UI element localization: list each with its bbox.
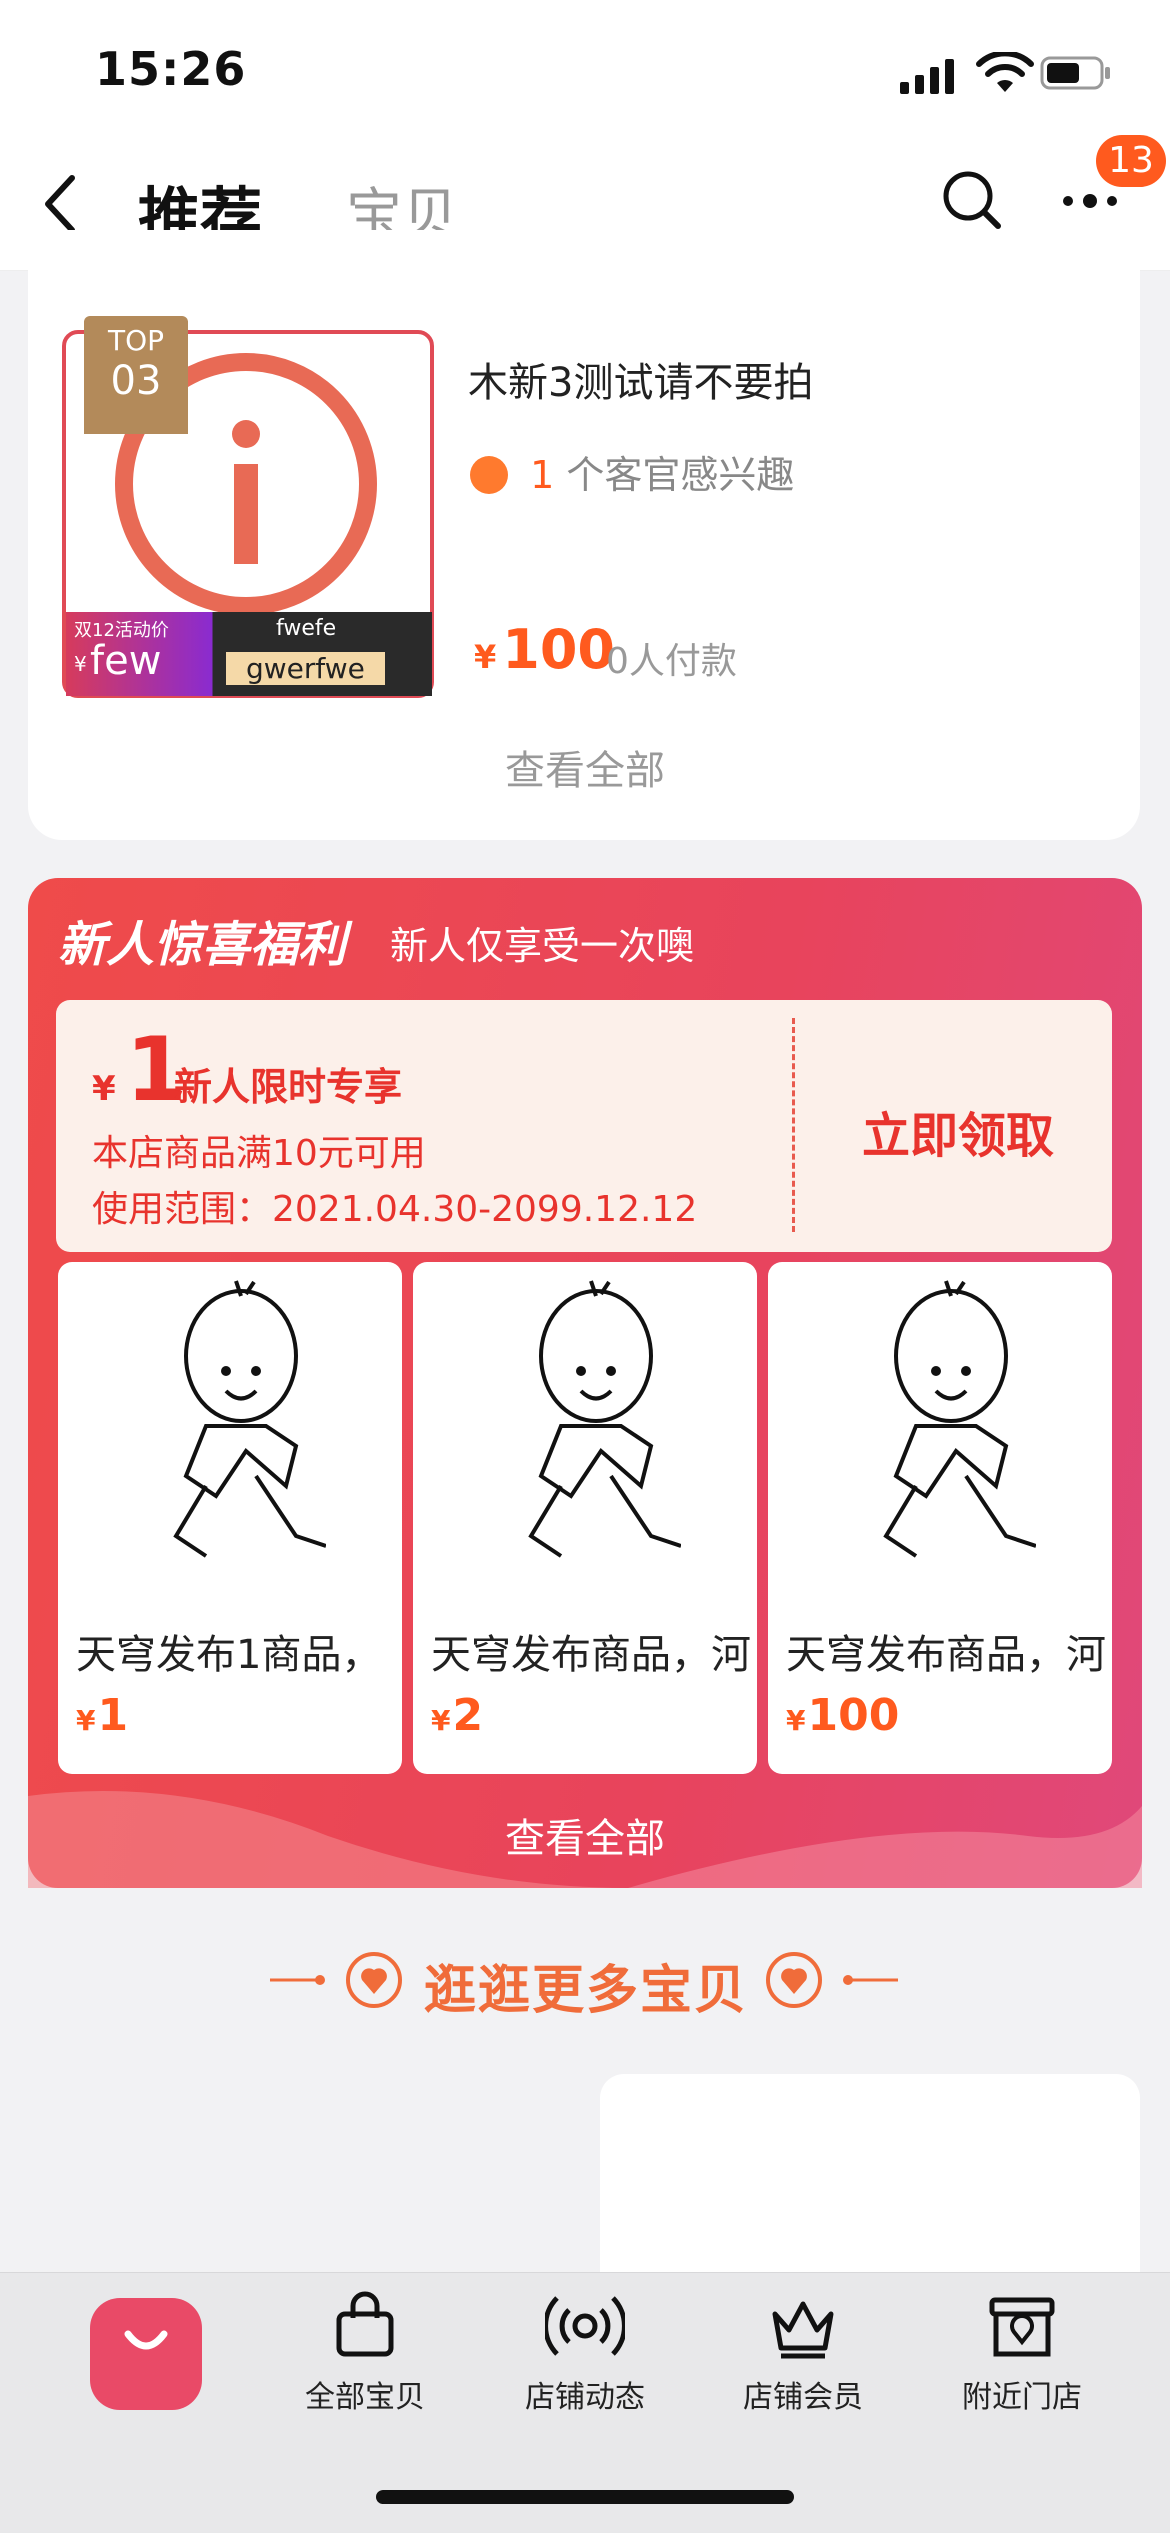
claim-button[interactable]: 立即领取 [862,1096,1054,1166]
view-all-link[interactable]: 查看全部 [0,1806,1170,1864]
product-title: 天穹发布1商品， [76,1632,382,1678]
thumb-bottom-text: gwerfwe [226,652,385,685]
wifi-icon [976,52,1034,92]
price-currency: ¥ [474,638,497,676]
battery-icon [1040,56,1110,90]
coupon-range: 使用范围：2021.04.30-2099.12.12 [92,1189,698,1230]
tab-nearby-stores[interactable]: 附近门店 [942,2290,1102,2416]
kid-illustration-icon [883,1280,1036,1558]
bag-icon [336,2291,394,2357]
coupon-label: 新人限时专享 [174,1065,403,1109]
tab-shop-members[interactable]: 店铺会员 [723,2290,883,2416]
product-name[interactable]: 木新3测试请不要拍 [468,350,813,408]
crown-icon [772,2301,834,2359]
tab-label: 店铺会员 [743,2380,863,2415]
view-all-link[interactable]: 查看全部 [0,738,1170,796]
search-icon[interactable] [940,168,1004,232]
paid-count: 0人付款 [606,641,737,682]
rank-tag: TOP 03 [84,316,188,434]
price-value: 2 [452,1690,484,1741]
product-title: 天穹发布商品，河 [431,1632,751,1678]
promo-price: few [90,638,162,684]
more-products-title: 逛逛更多宝贝 [424,1961,749,2021]
coupon-divider [792,1018,795,1232]
tab-label: 店铺动态 [525,2380,645,2415]
coupon-currency: ¥ [92,1069,116,1109]
promo-currency: ¥ [74,652,87,676]
price-value: 100 [502,618,615,681]
product-price: ¥100 [474,618,615,681]
rank-label: TOP [107,324,165,357]
tab-all-products[interactable]: 全部宝贝 [285,2290,445,2416]
kid-illustration-icon [173,1280,326,1558]
smile-icon [124,2330,168,2350]
status-time: 15:26 [95,42,247,96]
home-indicator [376,2490,794,2504]
price-currency: ¥ [431,1704,451,1737]
rank-number: 03 [110,358,162,404]
store-icon [989,2297,1055,2357]
flame-icon [470,456,508,494]
product-price: ¥2 [431,1690,483,1741]
coupon-amount: ¥1 [92,1018,187,1121]
new-user-product[interactable]: 天穹发布1商品， ¥1 [58,1262,402,1774]
thumb-top-text: fwefe [276,616,337,641]
tab-shop-updates[interactable]: 店铺动态 [505,2290,665,2416]
shop-home-icon[interactable] [90,2298,202,2410]
new-user-title: 新人惊喜福利 [58,917,347,973]
product-price: ¥100 [786,1690,899,1741]
price-value: 100 [807,1690,900,1741]
back-icon[interactable] [40,172,80,236]
interest-count: 1 [530,453,555,497]
product-price: ¥1 [76,1690,128,1741]
price-currency: ¥ [786,1704,806,1737]
product-title: 天穹发布商品，河 [786,1632,1106,1678]
more-icon[interactable] [1060,185,1120,213]
interest-text: 个客官感兴趣 [566,453,795,497]
broadcast-icon [545,2296,625,2356]
notification-badge: 13 [1096,135,1166,187]
cellular-signal-icon [900,59,954,94]
coupon-condition: 本店商品满10元可用 [92,1133,426,1174]
interest-row: 1 个客官感兴趣 [470,444,794,499]
new-user-subtitle: 新人仅享受一次噢 [390,924,695,968]
new-user-product[interactable]: 天穹发布商品，河 ¥2 [413,1262,757,1774]
tab-label: 全部宝贝 [305,2380,425,2415]
price-currency: ¥ [76,1704,96,1737]
kid-illustration-icon [528,1280,681,1558]
new-user-product[interactable]: 天穹发布商品，河 ¥100 [768,1262,1112,1774]
price-value: 1 [97,1690,129,1741]
promo-price-bar: 双12活动价 ¥ few fwefe gwerfwe [66,612,432,696]
tab-label: 附近门店 [962,2380,1082,2415]
